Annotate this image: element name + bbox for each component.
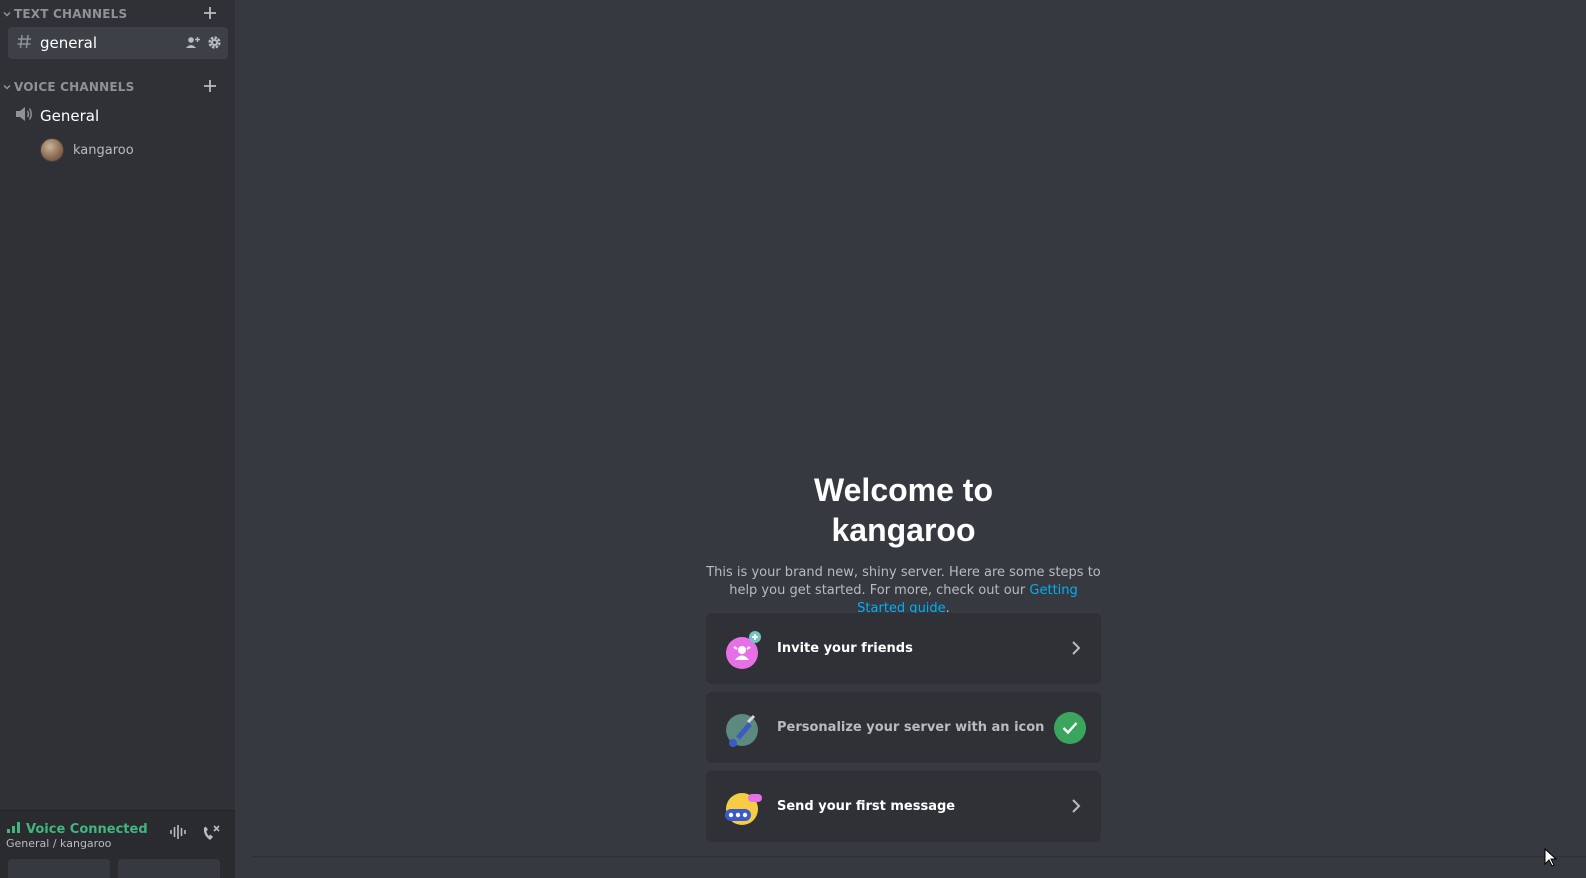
welcome-section: Welcome to kangaroo This is your brand ne…: [706, 470, 1101, 618]
create-channel-icon[interactable]: [202, 78, 218, 94]
chevron-down-icon: [0, 83, 14, 91]
voice-location[interactable]: General / kangaroo: [6, 837, 111, 850]
card-label: Personalize your server with an icon: [777, 720, 1045, 735]
main-content: Welcome to kangaroo This is your brand ne…: [235, 0, 1586, 878]
voice-connection-panel: Voice Connected General / kangaroo: [0, 810, 235, 878]
voice-panel-buttons: [8, 859, 220, 878]
channel-tools: [185, 35, 222, 55]
avatar: [40, 138, 64, 162]
text-channels-category[interactable]: TEXT CHANNELS: [0, 4, 235, 24]
member-name: kangaroo: [73, 142, 134, 158]
screen-share-button[interactable]: [118, 859, 220, 878]
chat-bubble-icon: [724, 789, 762, 825]
voice-channel-general[interactable]: General: [8, 104, 228, 128]
card-label: Invite your friends: [777, 641, 913, 656]
invite-user-icon[interactable]: [185, 35, 201, 55]
welcome-description: This is your brand new, shiny server. He…: [706, 564, 1101, 618]
category-label: VOICE CHANNELS: [14, 80, 135, 94]
chevron-right-icon: [1071, 640, 1081, 660]
channel-name: general: [40, 34, 98, 52]
invite-friends-icon: [724, 630, 761, 669]
channel-item-general[interactable]: general: [8, 27, 228, 59]
disconnect-icon[interactable]: [201, 824, 221, 846]
speaker-icon: [14, 105, 36, 127]
brush-icon: [724, 710, 760, 747]
checkmark-icon: [1054, 712, 1086, 744]
invite-friends-card[interactable]: Invite your friends: [706, 613, 1101, 684]
category-label: TEXT CHANNELS: [14, 7, 128, 21]
voice-channel-name: General: [40, 107, 100, 125]
video-button[interactable]: [8, 859, 110, 878]
card-label: Send your first message: [777, 799, 956, 814]
voice-actions: [169, 824, 221, 846]
voice-status-label: Voice Connected: [26, 821, 148, 837]
chevron-down-icon: [0, 10, 14, 18]
mouse-cursor-icon: [1544, 847, 1558, 872]
create-channel-icon[interactable]: [202, 5, 218, 21]
voice-channels-category[interactable]: VOICE CHANNELS: [0, 77, 235, 97]
divider: [252, 856, 1586, 857]
gear-icon[interactable]: [207, 35, 222, 55]
noise-suppression-icon[interactable]: [169, 824, 189, 846]
channel-sidebar: TEXT CHANNELS general VOICE CHANNELS Gen…: [0, 0, 235, 878]
welcome-title-line2: kangaroo: [831, 512, 976, 548]
chevron-right-icon: [1071, 798, 1081, 818]
welcome-title: Welcome to kangaroo: [706, 470, 1101, 550]
voice-status[interactable]: Voice Connected: [7, 821, 148, 837]
welcome-title-line1: Welcome to: [814, 472, 993, 508]
personalize-server-card[interactable]: Personalize your server with an icon: [706, 692, 1101, 763]
signal-icon: [7, 821, 21, 837]
hash-icon: [16, 33, 34, 54]
send-first-message-card[interactable]: Send your first message: [706, 771, 1101, 842]
voice-member[interactable]: kangaroo: [40, 138, 134, 162]
